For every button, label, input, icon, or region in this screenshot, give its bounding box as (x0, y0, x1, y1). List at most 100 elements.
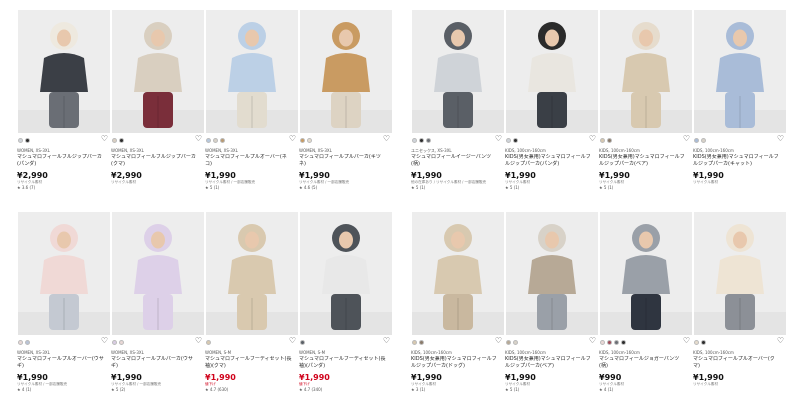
color-swatch[interactable] (513, 340, 518, 345)
product-name[interactable]: マシュマロフィールフルジップパーカ(パンダ) (17, 154, 105, 168)
product-image[interactable] (600, 10, 692, 133)
product-image[interactable] (412, 10, 504, 133)
color-swatch[interactable] (701, 340, 706, 345)
product-info: ♡ WOMEN, XS-3XL マシュマロフィールフルジップパーカ(パンダ) ¥… (17, 134, 111, 191)
product-name[interactable]: KIDS(男女兼用)マシュマロフィールフルジップパーカ(ベア) (505, 356, 593, 370)
heart-icon[interactable]: ♡ (289, 336, 296, 345)
color-swatch[interactable] (119, 340, 124, 345)
product-card[interactable]: ♡ KIDS, 100cm-160cm KIDS(男女兼用)マシュマロフィールフ… (505, 10, 599, 210)
heart-icon[interactable]: ♡ (383, 134, 390, 143)
product-image[interactable] (506, 212, 598, 335)
color-swatch[interactable] (614, 340, 619, 345)
product-image[interactable] (600, 212, 692, 335)
product-image[interactable] (300, 212, 392, 335)
product-image[interactable] (112, 10, 204, 133)
product-card[interactable]: ♡ WOMEN, XS-3XL マシュマロフィールフルジップパーカ(クマ) ¥2… (111, 10, 205, 210)
heart-icon[interactable]: ♡ (683, 336, 690, 345)
heart-icon[interactable]: ♡ (101, 336, 108, 345)
product-name[interactable]: マシュマロフィールプルパーカ(ウサギ) (111, 356, 199, 370)
product-card[interactable]: ♡ KIDS, 100cm-160cm マシュマロフィールジョガーパンツ(柄) … (599, 212, 693, 412)
color-swatch[interactable] (419, 340, 424, 345)
color-swatch[interactable] (18, 340, 23, 345)
heart-icon[interactable]: ♡ (589, 134, 596, 143)
product-image[interactable] (300, 10, 392, 133)
color-swatches: ♡ (111, 336, 205, 347)
heart-icon[interactable]: ♡ (777, 336, 784, 345)
color-swatch[interactable] (694, 138, 699, 143)
product-name[interactable]: マシュマロフィールイージーパンツ(柄) (411, 154, 499, 168)
color-swatch[interactable] (206, 138, 211, 143)
color-swatch[interactable] (701, 138, 706, 143)
heart-icon[interactable]: ♡ (195, 134, 202, 143)
heart-icon[interactable]: ♡ (289, 134, 296, 143)
product-name[interactable]: マシュマロフィールジョガーパンツ(柄) (599, 356, 687, 370)
color-swatch[interactable] (506, 138, 511, 143)
product-card[interactable]: ♡ KIDS, 100cm-160cm KIDS(男女兼用)マシュマロフィールフ… (411, 212, 505, 412)
product-card[interactable]: ♡ KIDS, 100cm-160cm KIDS(男女兼用)マシュマロフィールフ… (505, 212, 599, 412)
color-swatch[interactable] (419, 138, 424, 143)
product-card[interactable]: ♡ KIDS, 100cm-160cm マシュマロフィールプルオーバー(クマ) … (693, 212, 787, 412)
product-image[interactable] (18, 212, 110, 335)
product-card[interactable]: ♡ KIDS, 100cm-160cm KIDS(男女兼用)マシュマロフィールフ… (693, 10, 787, 210)
product-image[interactable] (412, 212, 504, 335)
product-name[interactable]: マシュマロフィールプルオーバー(ネコ) (205, 154, 293, 168)
heart-icon[interactable]: ♡ (589, 336, 596, 345)
product-card[interactable]: ♡ ユニセックス, XS-3XL マシュマロフィールイージーパンツ(柄) ¥1,… (411, 10, 505, 210)
heart-icon[interactable]: ♡ (383, 336, 390, 345)
color-swatch[interactable] (694, 340, 699, 345)
color-swatch[interactable] (213, 138, 218, 143)
color-swatch[interactable] (112, 340, 117, 345)
product-image[interactable] (206, 10, 298, 133)
product-card[interactable]: ♡ WOMEN, XS-3XL マシュマロフィールプルパーカ(キツネ) ¥1,9… (299, 10, 393, 210)
color-swatch[interactable] (300, 340, 305, 345)
product-card[interactable]: ♡ WOMEN, S-M マシュマロフィールフーディセット(長袖)(クマ) ¥1… (205, 212, 299, 412)
color-swatch[interactable] (600, 138, 605, 143)
color-swatch[interactable] (607, 340, 612, 345)
color-swatch[interactable] (412, 340, 417, 345)
color-swatch[interactable] (607, 138, 612, 143)
product-name[interactable]: マシュマロフィールプルオーバー(ウサギ) (17, 356, 105, 370)
color-swatch[interactable] (206, 340, 211, 345)
color-swatch[interactable] (426, 138, 431, 143)
heart-icon[interactable]: ♡ (101, 134, 108, 143)
color-swatch[interactable] (25, 138, 30, 143)
product-image[interactable] (694, 212, 786, 335)
color-swatch[interactable] (220, 138, 225, 143)
product-name[interactable]: マシュマロフィールプルオーバー(クマ) (693, 356, 781, 370)
product-image[interactable] (206, 212, 298, 335)
product-card[interactable]: ♡ WOMEN, XS-3XL マシュマロフィールプルオーバー(ネコ) ¥1,9… (205, 10, 299, 210)
product-card[interactable]: ♡ WOMEN, XS-3XL マシュマロフィールフルジップパーカ(パンダ) ¥… (17, 10, 111, 210)
product-name[interactable]: マシュマロフィールフーディセット(長袖)(パンダ) (299, 356, 387, 370)
color-swatch[interactable] (18, 138, 23, 143)
color-swatch[interactable] (112, 138, 117, 143)
product-name[interactable]: マシュマロフィールプルパーカ(キツネ) (299, 154, 387, 168)
color-swatch[interactable] (25, 340, 30, 345)
product-name[interactable]: KIDS(男女兼用)マシュマロフィールフルジップパーカ(ドッグ) (411, 356, 499, 370)
product-name[interactable]: マシュマロフィールフーディセット(長袖)(クマ) (205, 356, 293, 370)
color-swatch[interactable] (600, 340, 605, 345)
product-name[interactable]: KIDS(男女兼用)マシュマロフィールフルジップパーカ(ベア) (599, 154, 687, 168)
product-image[interactable] (694, 10, 786, 133)
heart-icon[interactable]: ♡ (495, 336, 502, 345)
product-name[interactable]: マシュマロフィールフルジップパーカ(クマ) (111, 154, 199, 168)
product-card[interactable]: ♡ KIDS, 100cm-160cm KIDS(男女兼用)マシュマロフィールフ… (599, 10, 693, 210)
product-image[interactable] (18, 10, 110, 133)
color-swatch[interactable] (307, 138, 312, 143)
heart-icon[interactable]: ♡ (495, 134, 502, 143)
color-swatch[interactable] (621, 340, 626, 345)
color-swatch[interactable] (300, 138, 305, 143)
heart-icon[interactable]: ♡ (683, 134, 690, 143)
color-swatch[interactable] (513, 138, 518, 143)
product-card[interactable]: ♡ WOMEN, XS-3XL マシュマロフィールプルパーカ(ウサギ) ¥1,9… (111, 212, 205, 412)
color-swatch[interactable] (119, 138, 124, 143)
color-swatch[interactable] (412, 138, 417, 143)
heart-icon[interactable]: ♡ (777, 134, 784, 143)
product-card[interactable]: ♡ WOMEN, XS-3XL マシュマロフィールプルオーバー(ウサギ) ¥1,… (17, 212, 111, 412)
product-image[interactable] (506, 10, 598, 133)
color-swatch[interactable] (506, 340, 511, 345)
product-card[interactable]: ♡ WOMEN, S-M マシュマロフィールフーディセット(長袖)(パンダ) ¥… (299, 212, 393, 412)
product-name[interactable]: KIDS(男女兼用)マシュマロフィールフルジップパーカ(パンダ) (505, 154, 593, 168)
product-image[interactable] (112, 212, 204, 335)
product-name[interactable]: KIDS(男女兼用)マシュマロフィールフルジップパーカ(キャット) (693, 154, 781, 168)
heart-icon[interactable]: ♡ (195, 336, 202, 345)
